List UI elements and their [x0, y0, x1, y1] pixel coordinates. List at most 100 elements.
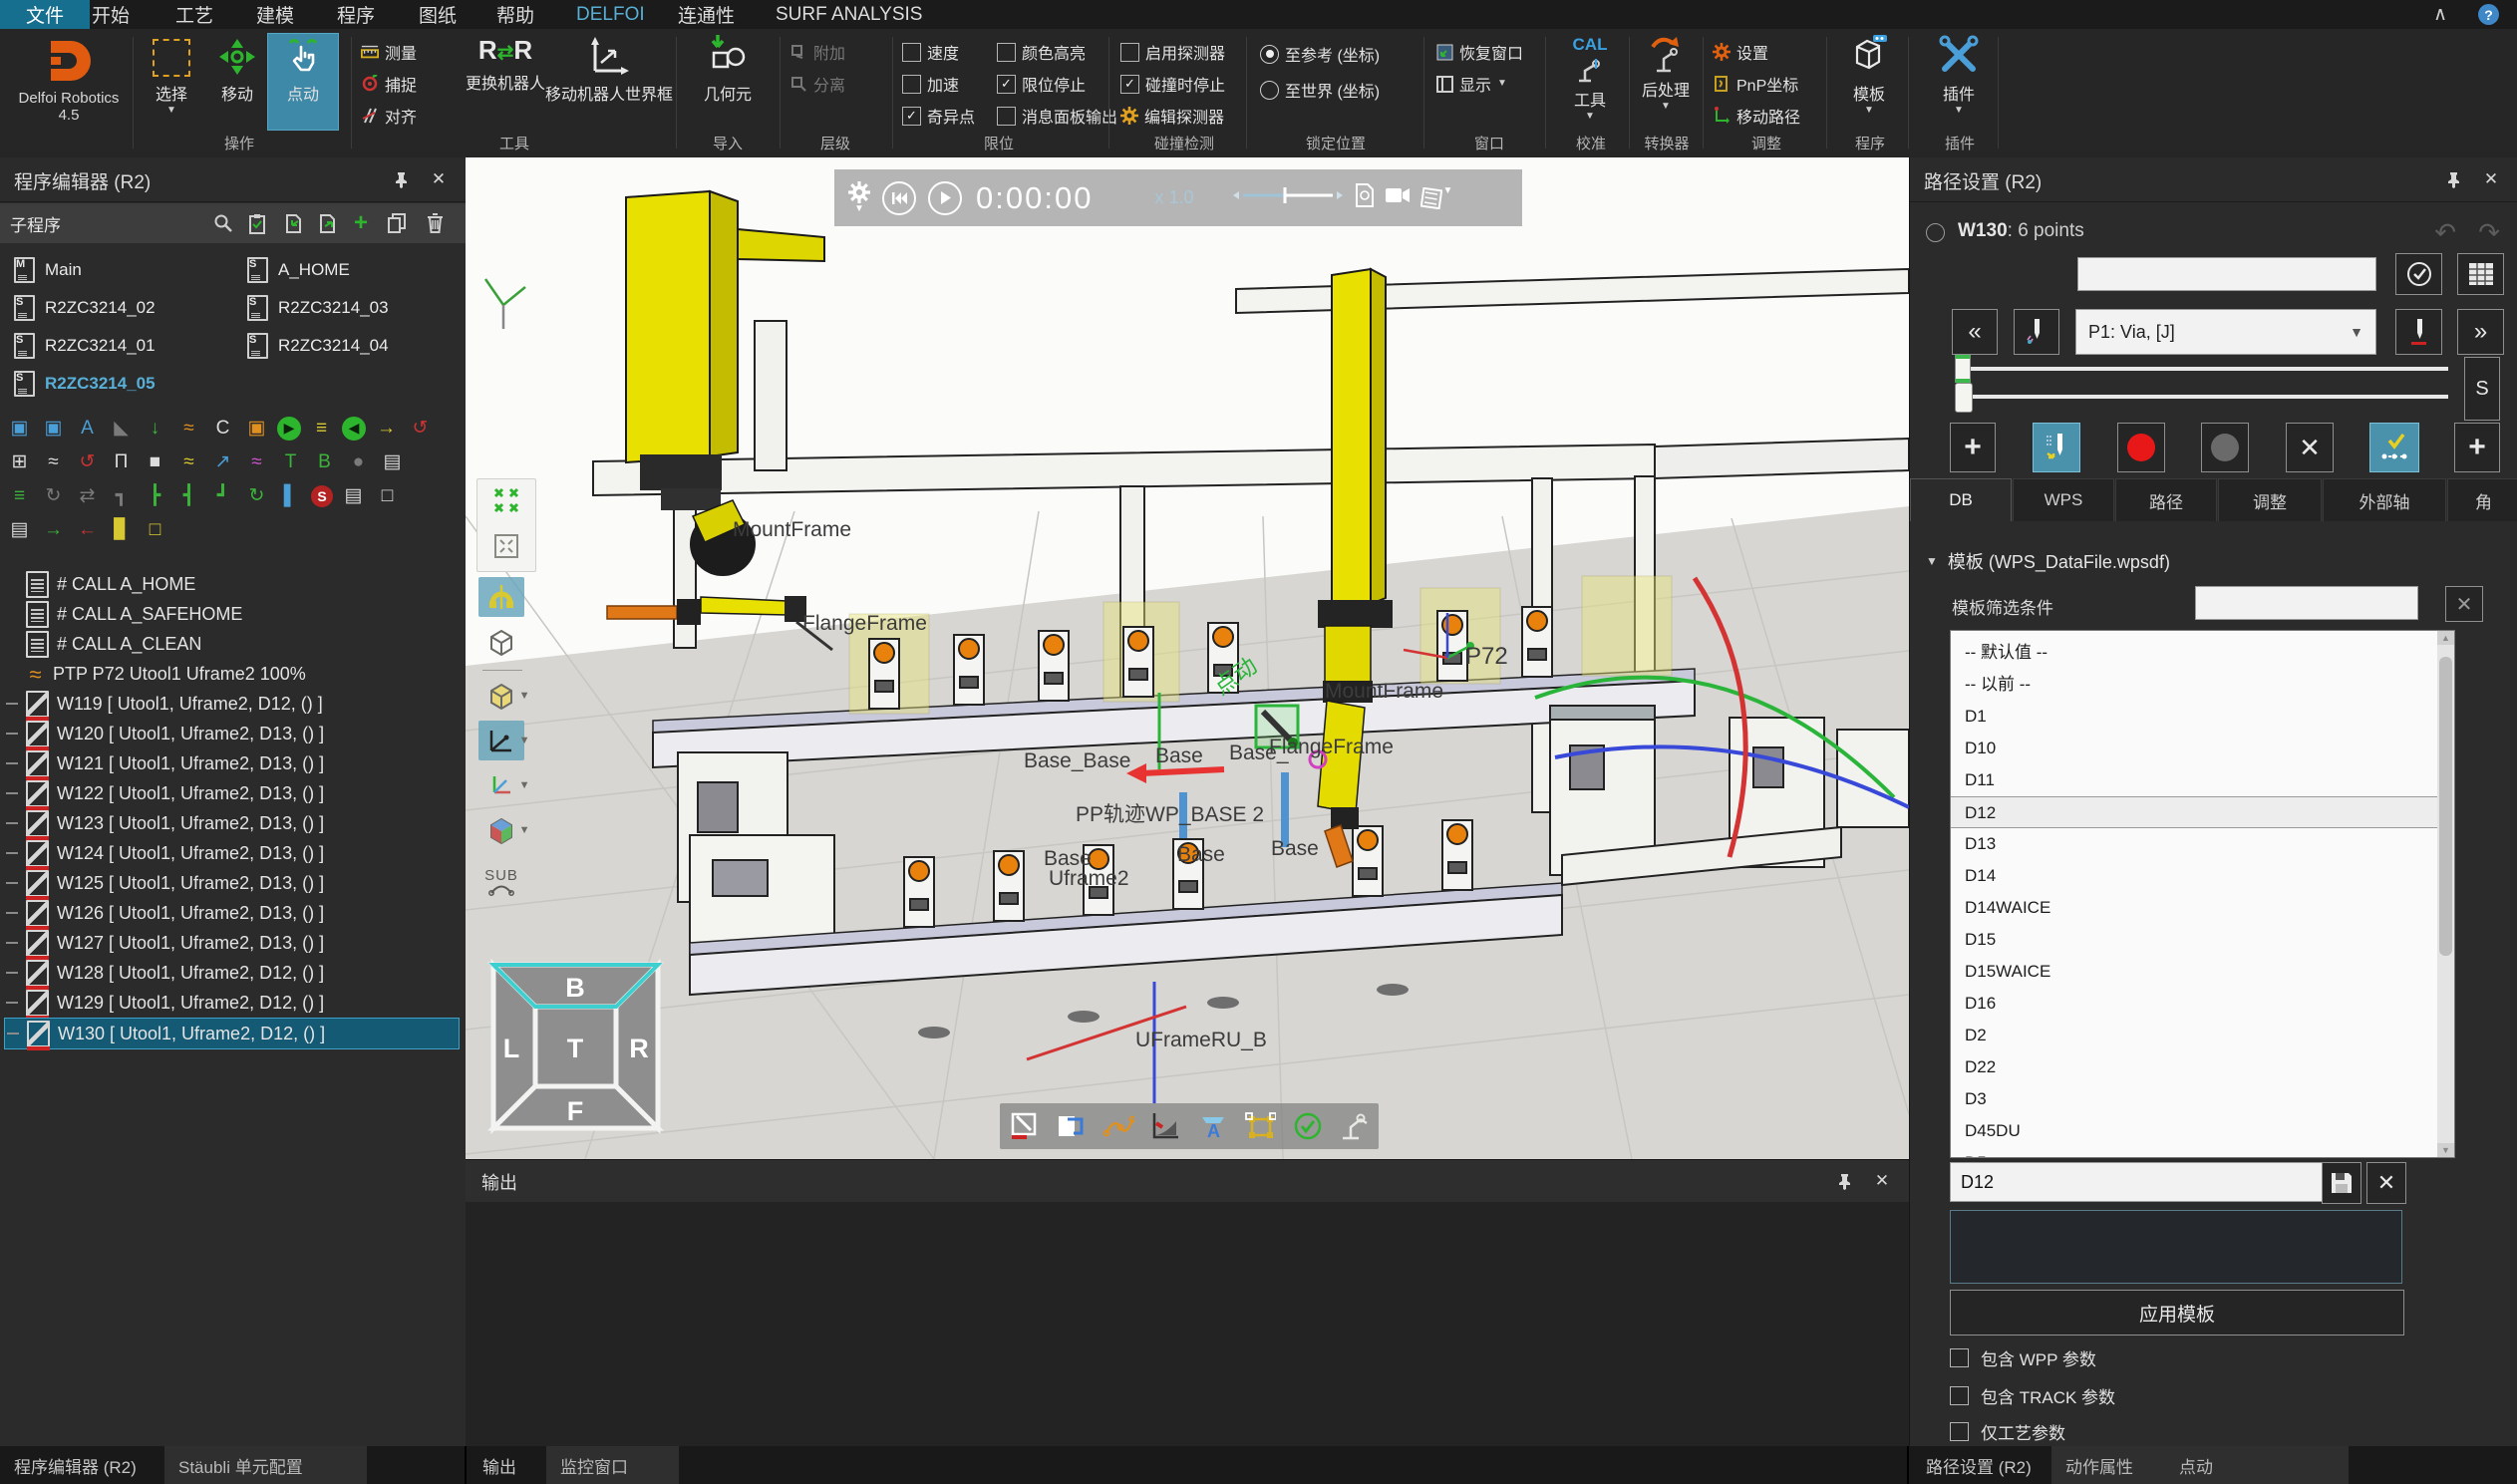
limit-graph-icon[interactable] — [1148, 1109, 1182, 1143]
subprogram-r2zc3214-01[interactable]: SR2ZC3214_01 — [14, 329, 156, 363]
attach-button[interactable]: 附加 — [789, 39, 845, 65]
list-item[interactable]: D16 — [1951, 988, 2454, 1020]
torch-next-button[interactable] — [2395, 309, 2442, 355]
rewind-button[interactable] — [882, 181, 916, 215]
post-process-button[interactable]: 后处理▼ — [1635, 33, 1697, 129]
tab-angle[interactable]: 角 — [2447, 478, 2517, 521]
play-button[interactable] — [928, 181, 962, 215]
list-item[interactable]: D5 — [1951, 1147, 2454, 1158]
swap-robot-button[interactable]: R⇄R 更换机器人 — [461, 33, 550, 129]
plugin-button[interactable]: 插件▼ — [1926, 33, 1992, 129]
geometry-button[interactable]: 几何元 — [688, 33, 768, 129]
menu-process[interactable]: 工艺 — [165, 0, 223, 29]
statement-toolbar-row2[interactable]: ⊞≈↺Π■≈↗≈TB●▤ — [6, 448, 406, 475]
import-program-icon[interactable] — [280, 210, 306, 236]
next-point-button[interactable]: » — [2457, 309, 2504, 355]
tab-output[interactable]: 输出 — [469, 1446, 530, 1484]
snap-button[interactable]: 捕捉 — [361, 71, 417, 97]
jog-button[interactable]: 点动 — [267, 33, 339, 131]
edit-detector-button[interactable]: 编辑探测器 — [1120, 103, 1224, 129]
pin-icon[interactable] — [1831, 1169, 1857, 1193]
list-item[interactable]: -- 以前 -- — [1951, 669, 2454, 701]
close-icon[interactable]: ✕ — [1869, 1169, 1895, 1193]
slider-handle-2[interactable] — [1955, 383, 1973, 413]
template-filter-input[interactable] — [2195, 586, 2418, 620]
render-mode-button[interactable]: ▼ — [478, 676, 524, 716]
redo-icon[interactable]: ↷ — [2478, 217, 2500, 248]
scrollbar-thumb[interactable] — [2439, 657, 2452, 956]
menu-delfoi-active[interactable]: DELFOI — [566, 0, 655, 29]
record-disabled-button[interactable] — [2201, 423, 2249, 472]
template-description-box[interactable] — [1950, 1210, 2402, 1284]
coord-cube-button[interactable]: ▼ — [478, 810, 524, 850]
list-item[interactable]: D1 — [1951, 701, 2454, 733]
align-button[interactable]: 对齐 — [361, 103, 417, 129]
template-list[interactable]: -- 默认值 -- -- 以前 -- D1 D10 D11 D12 D13 D1… — [1950, 630, 2455, 1158]
check-status-icon[interactable] — [1291, 1109, 1325, 1143]
move-button[interactable]: 移动 — [205, 33, 269, 129]
robot-config-icon[interactable] — [1338, 1109, 1372, 1143]
playback-settings-button[interactable]: ▼ — [848, 181, 870, 214]
accel-checkbox[interactable]: 加速 — [902, 71, 959, 97]
view-cube[interactable]: B L T R F — [493, 965, 658, 1128]
settings-button[interactable]: 设置 — [1713, 39, 1768, 65]
list-item[interactable]: D14 — [1951, 860, 2454, 892]
delete-icon[interactable] — [422, 210, 448, 236]
slider-track-2[interactable] — [1955, 395, 2448, 399]
template-button[interactable]: 模板▼ — [1836, 33, 1902, 129]
subprogram-r2zc3214-02[interactable]: SR2ZC3214_02 — [14, 291, 156, 325]
slider-handle-1[interactable] — [1955, 355, 1971, 383]
help-icon[interactable]: ? — [2478, 4, 2499, 25]
prev-point-button[interactable]: « — [1952, 309, 1998, 355]
add-point-button[interactable]: + — [1950, 423, 1996, 472]
table-view-button[interactable] — [2457, 253, 2504, 295]
tab-adjust[interactable]: 调整 — [2218, 478, 2322, 521]
record-video-button[interactable] — [1385, 186, 1411, 209]
tab-external-axis[interactable]: 外部轴 — [2323, 478, 2446, 521]
cube-view-button[interactable] — [478, 622, 524, 662]
move-robot-world-frame-button[interactable]: 移动机器人世界框 — [550, 33, 668, 129]
statement-row[interactable]: W124 [ Utool1, Uframe2, D13, () ] — [4, 838, 458, 868]
statement-row[interactable]: ≈PTP P72 Utool1 Uframe2 100% — [4, 659, 458, 689]
statement-row[interactable]: W120 [ Utool1, Uframe2, D13, () ] — [4, 719, 458, 748]
detach-button[interactable]: 分离 — [789, 71, 845, 97]
list-item[interactable]: D11 — [1951, 764, 2454, 796]
record-point-button[interactable] — [2117, 423, 2165, 472]
statement-row-selected[interactable]: W130 [ Utool1, Uframe2, D12, () ] — [4, 1018, 460, 1049]
clear-filter-button[interactable]: ✕ — [2445, 586, 2483, 622]
statement-row[interactable]: W123 [ Utool1, Uframe2, D13, () ] — [4, 808, 458, 838]
template-name-input[interactable] — [1950, 1162, 2323, 1202]
statement-row[interactable]: W125 [ Utool1, Uframe2, D13, () ] — [4, 868, 458, 898]
fit-selection-icon[interactable] — [494, 534, 518, 563]
close-icon[interactable]: ✕ — [426, 167, 452, 191]
subprogram-a-home[interactable]: SA_HOME — [247, 253, 350, 287]
statement-row[interactable]: W119 [ Utool1, Uframe2, D12, () ] — [4, 689, 458, 719]
apply-template-button[interactable]: 应用模板 — [1950, 1290, 2404, 1336]
list-item[interactable]: D22 — [1951, 1051, 2454, 1083]
process-only-checkbox[interactable]: 仅工艺参数 — [1950, 1419, 2065, 1444]
torch-to-point-button[interactable] — [2033, 423, 2080, 472]
menu-surf-analysis[interactable]: SURF ANALYSIS — [766, 0, 932, 29]
path-radio[interactable] — [1926, 223, 1945, 242]
statement-row[interactable]: W126 [ Utool1, Uframe2, D13, () ] — [4, 898, 458, 928]
animation-export-button[interactable]: ▼ — [1420, 187, 1452, 209]
tab-path[interactable]: 路径 — [2115, 478, 2217, 521]
limit-stop-checkbox[interactable]: ✓限位停止 — [997, 71, 1086, 97]
measure-button[interactable]: 测量 — [361, 39, 417, 65]
fit-view-icon[interactable] — [493, 487, 519, 518]
pnp-coords-button[interactable]: PnP坐标 — [1713, 71, 1798, 97]
calibration-tool-button[interactable]: CAL 工具▼ — [1555, 33, 1625, 129]
list-item[interactable]: -- 默认值 -- — [1951, 637, 2454, 669]
search-icon[interactable] — [210, 210, 236, 236]
tab-motion-properties[interactable]: 动作属性 — [2065, 1453, 2133, 1478]
subprogram-r2zc3214-05-selected[interactable]: SR2ZC3214_05 — [14, 367, 156, 401]
append-point-button[interactable]: + — [2454, 423, 2500, 472]
statement-row[interactable]: W129 [ Utool1, Uframe2, D12, () ] — [4, 988, 458, 1018]
statement-row[interactable]: # CALL A_CLEAN — [4, 629, 458, 659]
list-item[interactable]: D15WAICE — [1951, 956, 2454, 988]
include-wpp-checkbox[interactable]: 包含 WPP 参数 — [1950, 1345, 2096, 1370]
add-program-icon[interactable]: + — [348, 210, 374, 236]
speed-checkbox[interactable]: 速度 — [902, 39, 959, 65]
menu-help[interactable]: 帮助 — [486, 0, 544, 29]
delete-point-button[interactable]: ✕ — [2286, 423, 2334, 472]
